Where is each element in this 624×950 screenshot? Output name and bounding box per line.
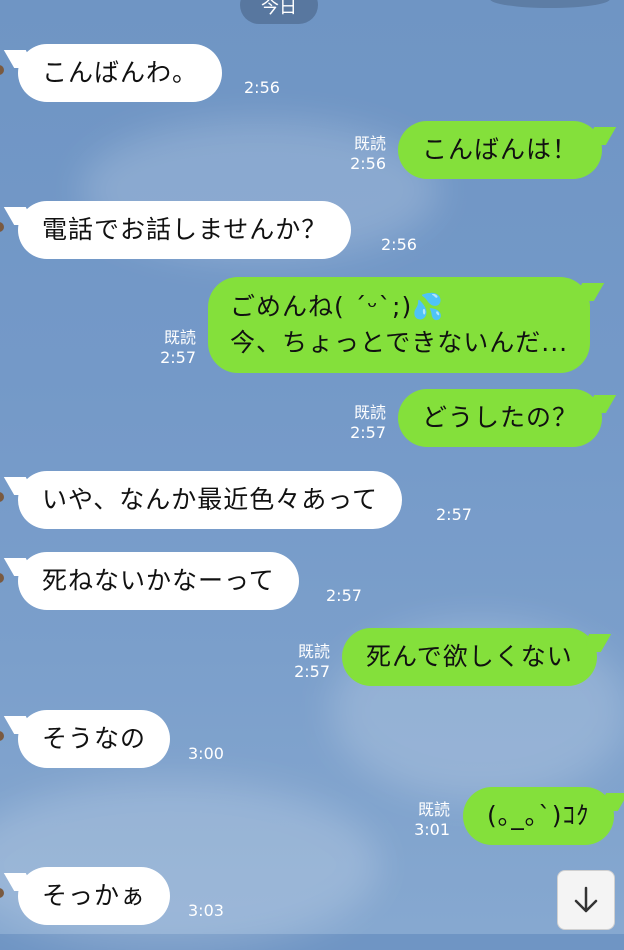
message-bubble-outgoing[interactable]: (｡_｡`)ｺｸ: [463, 787, 614, 845]
avatar[interactable]: [0, 492, 4, 502]
read-receipt: 既読 3:01: [414, 800, 450, 839]
scroll-to-bottom-button[interactable]: [557, 870, 615, 930]
avatar[interactable]: [0, 65, 4, 75]
message-text: どうしたの？: [422, 403, 579, 432]
message-text: (｡_｡`)ｺｸ: [487, 801, 590, 830]
avatar[interactable]: [0, 573, 4, 583]
message-text: 死んで欲しくない: [366, 642, 573, 671]
message-bubble-incoming[interactable]: 死ねないかなーって: [18, 552, 299, 610]
message-bubble-outgoing[interactable]: 死んで欲しくない: [342, 628, 597, 686]
message-time: 2:56: [381, 235, 417, 254]
message-text: そうなの: [42, 724, 147, 753]
message-time: 3:01: [414, 820, 450, 839]
message-text: 電話でお話しませんか？: [42, 215, 328, 244]
read-receipt: 既読 2:57: [350, 403, 386, 442]
message-bubble-incoming[interactable]: こんばんわ。: [18, 44, 223, 102]
message-time: 2:57: [436, 505, 472, 524]
avatar[interactable]: [0, 222, 4, 232]
message-time: 2:56: [350, 154, 386, 173]
date-separator: 今日: [240, 0, 318, 24]
message-time: 3:03: [188, 901, 224, 920]
message-bubble-incoming[interactable]: そっかぁ: [18, 867, 171, 925]
message-bubble-incoming[interactable]: そうなの: [18, 710, 171, 768]
arrow-down-icon: [574, 886, 598, 913]
message-bubble-incoming[interactable]: 電話でお話しませんか？: [18, 201, 352, 259]
message-text: 死ねないかなーって: [42, 566, 275, 595]
message-time: 2:56: [244, 78, 280, 97]
message-time: 2:57: [160, 348, 196, 367]
message-text: こんばんは！: [422, 135, 579, 164]
message-text: こんばんわ。: [42, 58, 199, 87]
message-bubble-outgoing[interactable]: どうしたの？: [398, 389, 603, 447]
message-text: そっかぁ: [42, 881, 147, 910]
message-time: 2:57: [350, 423, 386, 442]
read-receipt: 既読 2:57: [160, 328, 196, 367]
message-text: いや、なんか最近色々あって: [42, 485, 379, 514]
message-text-line: ごめんね( ´ᵕ`;)💦: [230, 292, 445, 321]
read-receipt: 既読 2:56: [350, 134, 386, 173]
message-text-line: 今、ちょっとできないんだ...: [230, 328, 569, 357]
read-receipt: 既読 2:57: [294, 642, 330, 681]
message-time: 2:57: [294, 662, 330, 681]
message-time: 3:00: [188, 744, 224, 763]
message-time: 2:57: [326, 586, 362, 605]
message-bubble-incoming[interactable]: いや、なんか最近色々あって: [18, 471, 403, 529]
avatar[interactable]: [0, 731, 4, 741]
message-bubble-outgoing[interactable]: こんばんは！: [398, 121, 603, 179]
message-bubble-outgoing[interactable]: ごめんね( ´ᵕ`;)💦 今、ちょっとできないんだ...: [208, 277, 591, 373]
